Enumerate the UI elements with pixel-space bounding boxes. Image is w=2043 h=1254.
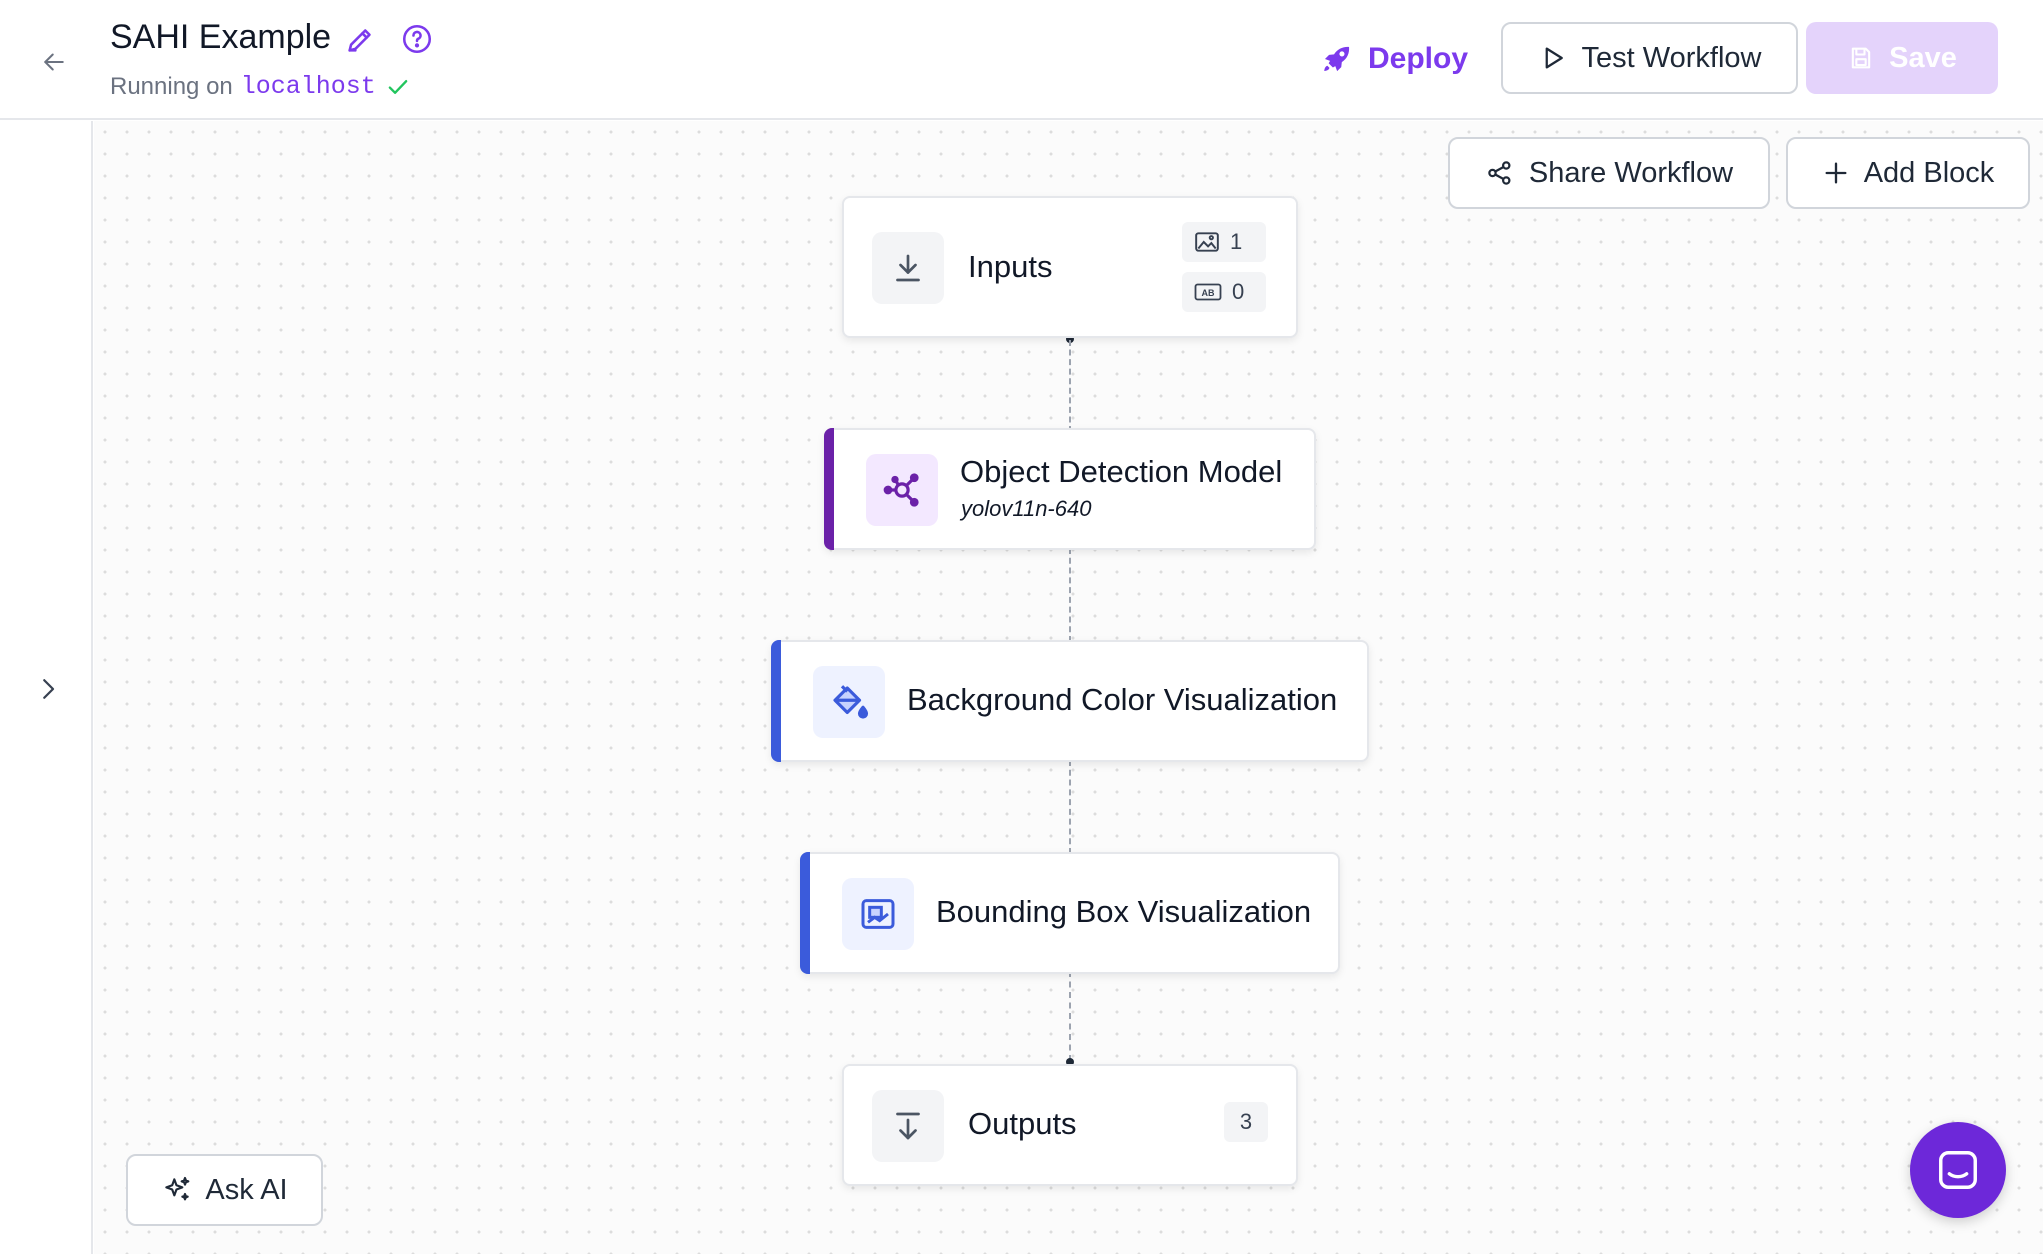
outputs-node-icon xyxy=(872,1090,944,1162)
share-workflow-label: Share Workflow xyxy=(1528,156,1734,189)
chat-launcher-button[interactable] xyxy=(1910,1122,2006,1218)
edge-model-bgviz xyxy=(1069,548,1071,642)
test-workflow-button[interactable]: Test Workflow xyxy=(1501,22,1798,94)
deploy-label: Deploy xyxy=(1368,42,1469,75)
output-count-badge: 3 xyxy=(1224,1102,1268,1142)
outputs-node-label: Outputs xyxy=(968,1106,1077,1141)
question-circle-icon xyxy=(402,24,432,54)
arrow-left-icon xyxy=(44,53,64,71)
edge-bgviz-bboxviz xyxy=(1069,760,1071,854)
floppy-disk-icon xyxy=(1851,47,1871,69)
edge-bboxviz-outputs xyxy=(1069,971,1071,1061)
play-icon xyxy=(1545,47,1563,69)
check-icon xyxy=(388,79,408,94)
rocket-icon xyxy=(1324,46,1350,72)
paint-bucket-icon xyxy=(833,685,869,719)
chat-bubble-icon xyxy=(1939,1151,1977,1189)
model-node-label: Object Detection Model xyxy=(960,454,1283,489)
workflow-title: SAHI Example xyxy=(110,18,332,56)
arrow-down-icon xyxy=(896,1112,920,1140)
bbox-viz-node-label: Bounding Box Visualization xyxy=(936,894,1312,929)
save-label: Save xyxy=(1889,41,1957,74)
parameter-input-count-badge: AB 0 xyxy=(1182,272,1266,312)
edit-title-button[interactable] xyxy=(344,22,378,56)
share-icon xyxy=(1488,161,1511,185)
plus-icon xyxy=(1825,162,1847,184)
save-button[interactable]: Save xyxy=(1806,22,1998,94)
svg-text:AB: AB xyxy=(1202,288,1215,298)
node-accent-bar xyxy=(800,852,810,974)
chevron-right-icon xyxy=(43,679,55,699)
sparkles-icon xyxy=(165,1176,190,1201)
ask-ai-button[interactable]: Ask AI xyxy=(126,1154,323,1226)
model-graph-icon xyxy=(883,473,919,507)
image-input-count-badge: 1 xyxy=(1182,222,1266,262)
share-workflow-button[interactable]: Share Workflow xyxy=(1448,137,1770,209)
back-button[interactable] xyxy=(36,44,72,80)
bounding-box-visualization-node[interactable]: Bounding Box Visualization xyxy=(800,852,1340,974)
add-block-label: Add Block xyxy=(1863,156,1995,189)
help-button[interactable] xyxy=(400,22,434,56)
pencil-icon xyxy=(348,29,371,52)
edge-inputs-model xyxy=(1069,340,1071,432)
bbox-viz-node-icon xyxy=(842,878,914,950)
background-color-visualization-node[interactable]: Background Color Visualization xyxy=(771,640,1369,762)
add-block-button[interactable]: Add Block xyxy=(1786,137,2030,209)
status-prefix: Running on xyxy=(110,72,233,100)
object-detection-model-node[interactable]: Object Detection Model yolov11n-640 xyxy=(824,428,1316,550)
ask-ai-label: Ask AI xyxy=(205,1173,288,1206)
test-workflow-label: Test Workflow xyxy=(1581,41,1762,74)
left-sidebar-collapsed xyxy=(0,121,93,1254)
text-parameter-icon: AB xyxy=(1194,283,1222,301)
image-icon xyxy=(1195,232,1219,252)
model-node-subtitle: yolov11n-640 xyxy=(961,496,1092,521)
bounding-box-icon xyxy=(861,899,895,929)
deploy-button[interactable]: Deploy xyxy=(1310,30,1478,88)
node-accent-bar xyxy=(771,640,781,762)
bg-viz-node-icon xyxy=(813,666,885,738)
parameter-input-count: 0 xyxy=(1232,279,1245,304)
bg-viz-node-label: Background Color Visualization xyxy=(907,682,1338,717)
expand-sidebar-button[interactable] xyxy=(28,669,68,709)
image-input-count: 1 xyxy=(1230,229,1243,254)
runtime-status: Running on localhost xyxy=(110,72,412,101)
top-header: SAHI Example Running on localhost Deploy… xyxy=(0,0,2043,120)
model-node-icon xyxy=(866,454,938,526)
outputs-node[interactable]: Outputs 3 xyxy=(842,1064,1298,1186)
node-accent-bar xyxy=(824,428,834,550)
download-icon xyxy=(896,254,920,282)
status-host: localhost xyxy=(240,72,376,101)
inputs-node-label: Inputs xyxy=(968,249,1053,284)
inputs-node-icon xyxy=(872,232,944,304)
inputs-node[interactable]: Inputs 1 AB 0 xyxy=(842,196,1298,338)
